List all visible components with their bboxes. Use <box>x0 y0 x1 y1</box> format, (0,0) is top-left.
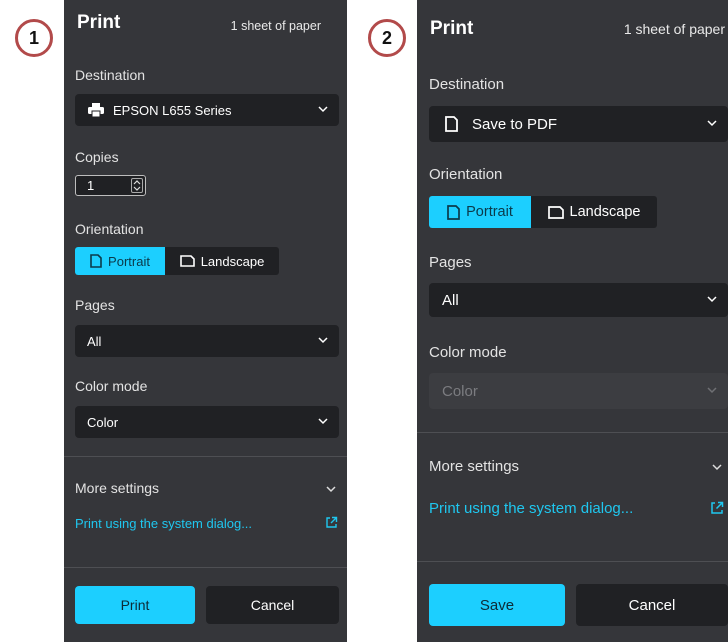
orientation-label: Orientation <box>429 166 503 183</box>
page-title: Print <box>77 12 121 33</box>
chevron-down-icon <box>318 418 328 425</box>
copies-value: 1 <box>87 178 95 193</box>
destination-label: Destination <box>429 76 505 93</box>
orientation-toggle: Portrait Landscape <box>429 196 657 228</box>
portrait-label: Portrait <box>108 253 150 269</box>
destination-value: EPSON L655 Series <box>113 102 232 118</box>
divider <box>417 561 728 562</box>
cancel-button[interactable]: Cancel <box>576 584 728 626</box>
chevron-down-icon <box>707 387 717 394</box>
destination-select[interactable]: Save to PDF <box>429 106 728 142</box>
chevron-down-icon <box>318 337 328 344</box>
landscape-label: Landscape <box>569 204 641 220</box>
copies-spinner[interactable] <box>131 178 143 193</box>
print-panel-1: Print 1 sheet of paper Destination EPSON… <box>64 0 347 642</box>
color-mode-select[interactable]: Color <box>75 406 339 438</box>
landscape-option[interactable]: Landscape <box>165 247 279 275</box>
save-button[interactable]: Save <box>429 584 565 626</box>
sheet-count: 1 sheet of paper <box>623 21 725 37</box>
page-title: Print <box>430 18 474 39</box>
document-icon <box>445 116 458 132</box>
copies-label: Copies <box>75 149 119 165</box>
landscape-page-icon <box>547 205 564 219</box>
portrait-option[interactable]: Portrait <box>429 196 531 228</box>
color-mode-label: Color mode <box>429 344 507 361</box>
destination-label: Destination <box>75 67 146 83</box>
orientation-label: Orientation <box>75 221 144 237</box>
pages-value: All <box>442 291 459 309</box>
more-settings-toggle[interactable]: More settings <box>429 458 519 475</box>
chevron-down-icon <box>707 296 717 303</box>
color-mode-value: Color <box>87 414 119 430</box>
pages-value: All <box>87 333 102 349</box>
system-dialog-link[interactable]: Print using the system dialog... <box>429 500 633 517</box>
portrait-page-icon <box>447 204 460 220</box>
chevron-down-icon <box>707 120 717 127</box>
portrait-option[interactable]: Portrait <box>75 247 165 275</box>
external-link-icon[interactable] <box>710 501 724 515</box>
up-down-arrows-icon <box>133 180 141 191</box>
color-mode-select: Color <box>429 373 728 409</box>
portrait-label: Portrait <box>466 204 513 220</box>
divider <box>64 456 347 457</box>
portrait-page-icon <box>90 254 102 268</box>
print-panel-2: Print 1 sheet of paper Destination Save … <box>417 0 728 642</box>
step-badge-1: 1 <box>15 19 53 57</box>
cancel-button[interactable]: Cancel <box>206 586 339 624</box>
landscape-page-icon <box>179 255 195 267</box>
divider <box>417 432 728 433</box>
more-settings-label: More settings <box>75 480 160 496</box>
print-button[interactable]: Print <box>75 586 195 624</box>
color-mode-label: Color mode <box>75 378 148 394</box>
divider <box>64 567 347 568</box>
step-badge-1-number: 1 <box>28 27 39 48</box>
chevron-down-icon[interactable] <box>711 461 723 473</box>
landscape-option[interactable]: Landscape <box>531 196 657 228</box>
pages-label: Pages <box>429 254 472 271</box>
pages-select[interactable]: All <box>75 325 339 357</box>
step-badge-2-number: 2 <box>381 27 392 48</box>
destination-select[interactable]: EPSON L655 Series <box>75 94 339 126</box>
system-dialog-link[interactable]: Print using the system dialog... <box>75 516 252 531</box>
copies-stepper[interactable]: 1 <box>75 175 146 196</box>
orientation-toggle: Portrait Landscape <box>75 247 279 275</box>
chevron-down-icon <box>318 106 328 113</box>
more-settings-toggle[interactable]: More settings <box>75 480 159 496</box>
external-link-icon[interactable] <box>325 516 338 529</box>
step-badge-2: 2 <box>368 19 406 57</box>
printer-icon <box>88 103 104 117</box>
pages-select[interactable]: All <box>429 283 728 317</box>
sheet-count: 1 sheet of paper <box>230 19 321 33</box>
more-settings-label: More settings <box>429 458 520 475</box>
chevron-down-icon[interactable] <box>325 483 337 495</box>
color-mode-value: Color <box>442 382 478 400</box>
landscape-label: Landscape <box>200 253 265 269</box>
destination-value: Save to PDF <box>472 115 558 133</box>
pages-label: Pages <box>75 297 115 313</box>
